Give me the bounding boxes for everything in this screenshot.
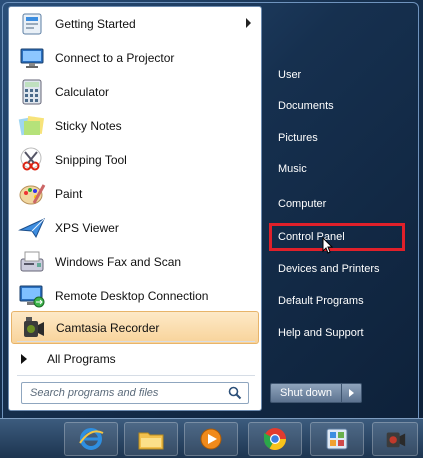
right-item-user[interactable]: User: [270, 62, 410, 88]
all-programs-label: All Programs: [47, 352, 116, 366]
internet-explorer-icon[interactable]: [64, 422, 118, 456]
program-label: Snipping Tool: [55, 152, 127, 167]
program-remote-desktop[interactable]: Remote Desktop Connection: [11, 279, 259, 312]
program-connect-projector[interactable]: Connect to a Projector: [11, 41, 259, 74]
control-panel-taskbar-icon[interactable]: [310, 422, 364, 456]
right-item-label: Pictures: [278, 132, 318, 144]
shutdown-button[interactable]: Shut down: [270, 383, 342, 403]
divider: [17, 341, 255, 342]
right-item-label: Default Programs: [278, 295, 364, 307]
right-item-default-programs[interactable]: Default Programs: [270, 288, 410, 314]
program-paint[interactable]: Paint: [11, 177, 259, 210]
divider: [17, 375, 255, 376]
program-label: Camtasia Recorder: [56, 320, 160, 335]
program-sticky-notes[interactable]: Sticky Notes: [11, 109, 259, 142]
program-getting-started[interactable]: Getting Started: [11, 7, 259, 40]
chrome-icon[interactable]: [248, 422, 302, 456]
program-label: Getting Started: [55, 16, 136, 31]
program-label: Sticky Notes: [55, 118, 122, 133]
program-label: XPS Viewer: [55, 220, 119, 235]
right-item-label: Computer: [278, 198, 327, 210]
chevron-right-icon: [349, 389, 354, 397]
mouse-cursor-icon: [322, 236, 334, 255]
right-item-pictures[interactable]: Pictures: [270, 125, 410, 151]
paint-icon: [17, 179, 47, 209]
program-label: Calculator: [55, 84, 110, 99]
shutdown-options-button[interactable]: [342, 383, 362, 403]
taskbar: [0, 418, 423, 458]
search-placeholder: Search programs and files: [30, 387, 159, 399]
projector-icon: [17, 43, 47, 73]
right-item-computer[interactable]: Computer: [270, 191, 410, 217]
xps-viewer-icon: [17, 213, 47, 243]
program-label: Connect to a Projector: [55, 50, 175, 65]
right-item-help-support[interactable]: Help and Support: [270, 320, 410, 346]
control-panel-highlight-outline: [269, 223, 405, 251]
right-item-label: Documents: [278, 100, 334, 112]
shutdown-control: Shut down: [270, 383, 362, 403]
search-input[interactable]: Search programs and files: [21, 382, 249, 404]
program-label: Windows Fax and Scan: [55, 254, 182, 269]
program-label: Remote Desktop Connection: [55, 288, 209, 303]
getting-started-icon: [17, 9, 47, 39]
expand-arrow-icon: [21, 354, 27, 364]
right-item-label: Devices and Printers: [278, 263, 380, 275]
windows-explorer-icon[interactable]: [124, 422, 178, 456]
camtasia-taskbar-icon[interactable]: [372, 422, 418, 456]
right-item-documents[interactable]: Documents: [270, 93, 410, 119]
camtasia-recorder-icon: [18, 313, 48, 343]
right-item-music[interactable]: Music: [270, 156, 410, 182]
fax-scan-icon: [17, 247, 47, 277]
program-xps-viewer[interactable]: XPS Viewer: [11, 211, 259, 244]
sticky-notes-icon: [17, 111, 47, 141]
programs-pane: Getting Started Connect to a Projector C…: [8, 6, 262, 411]
right-item-devices-printers[interactable]: Devices and Printers: [270, 256, 410, 282]
program-snipping-tool[interactable]: Snipping Tool: [11, 143, 259, 176]
program-fax-scan[interactable]: Windows Fax and Scan: [11, 245, 259, 278]
all-programs-button[interactable]: All Programs: [11, 345, 259, 373]
right-item-label: Help and Support: [278, 327, 364, 339]
snipping-tool-icon: [17, 145, 47, 175]
search-icon[interactable]: [228, 386, 242, 400]
program-camtasia-recorder[interactable]: Camtasia Recorder: [11, 311, 259, 344]
right-item-label: User: [278, 69, 302, 81]
submenu-arrow-icon[interactable]: [246, 18, 251, 28]
program-calculator[interactable]: Calculator: [11, 75, 259, 108]
program-label: Paint: [55, 186, 83, 201]
right-item-label: Music: [278, 163, 307, 175]
calculator-icon: [17, 77, 47, 107]
media-player-icon[interactable]: [184, 422, 238, 456]
remote-desktop-icon: [17, 281, 47, 311]
